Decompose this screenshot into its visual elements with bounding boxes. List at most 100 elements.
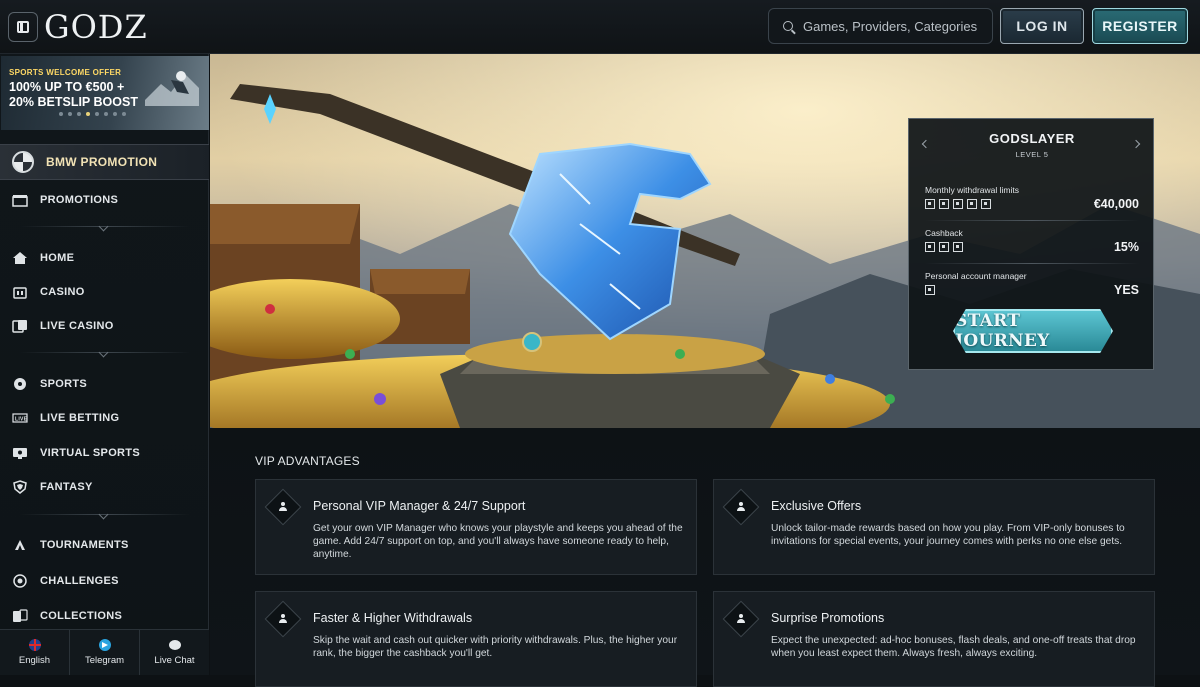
- sidebar-item-live-betting[interactable]: LIVE LIVE BETTING: [0, 402, 209, 434]
- rank-icon: [939, 242, 949, 252]
- sports-ball-icon: [12, 377, 28, 391]
- sidebar-item-label: FANTASY: [40, 481, 93, 493]
- sidebar-divider: [20, 352, 190, 353]
- carousel-dot[interactable]: [68, 112, 72, 116]
- telegram-label: Telegram: [84, 655, 125, 666]
- user-icon: [722, 488, 760, 526]
- rank-icon: [925, 242, 935, 252]
- live-chat-button[interactable]: Live Chat: [140, 630, 209, 675]
- sidebar-item-label: LIVE BETTING: [40, 412, 120, 424]
- banner-carousel-dots[interactable]: [59, 112, 126, 116]
- sidebar-item-label: COLLECTIONS: [40, 610, 123, 622]
- advantage-description: Expect the unexpected: ad-hoc bonuses, f…: [771, 635, 1136, 659]
- banner-art-icon: [145, 71, 199, 106]
- rank-icons: [925, 199, 991, 209]
- sidebar-item-fantasy[interactable]: FANTASY: [0, 471, 209, 503]
- vip-level-card: GODSLAYER LEVEL 5 Monthly withdrawal lim…: [908, 118, 1154, 370]
- sidebar-item-live-casino[interactable]: LIVE CASINO: [0, 310, 209, 342]
- rank-icons: [925, 285, 935, 295]
- sports-welcome-banner[interactable]: SPORTS WELCOME OFFER 100% UP TO €500 + 2…: [1, 56, 209, 130]
- chat-icon: [168, 639, 181, 650]
- advantage-title: Exclusive Offers: [771, 499, 862, 513]
- benefit-value: €40,000: [1093, 197, 1139, 211]
- start-journey-button[interactable]: START JOURNEY: [953, 309, 1113, 353]
- advantage-card-vip-manager: Personal VIP Manager & 24/7 Support Get …: [255, 479, 697, 575]
- sidebar-item-label: CHALLENGES: [40, 575, 119, 587]
- carousel-dot[interactable]: [122, 112, 126, 116]
- vip-level-number: LEVEL 5: [1015, 150, 1049, 159]
- advantage-card-surprise-promotions: Surprise Promotions Expect the unexpecte…: [713, 591, 1155, 687]
- sidebar-item-label: CASINO: [40, 286, 85, 298]
- advantage-description: Skip the wait and cash out quicker with …: [313, 635, 678, 659]
- banner-headline: 100% UP TO €500 + 20% BETSLIP BOOST: [9, 80, 138, 109]
- carousel-dot[interactable]: [77, 112, 81, 116]
- benefit-value: YES: [1113, 283, 1139, 297]
- telegram-icon: [98, 639, 111, 651]
- benefit-label: Cashback: [925, 228, 963, 238]
- sidebar-item-label: VIRTUAL SPORTS: [40, 447, 140, 459]
- rank-icon: [981, 199, 991, 209]
- sidebar-item-sports[interactable]: SPORTS: [0, 368, 209, 400]
- sidebar-item-label: BMW PROMOTION: [46, 155, 158, 169]
- advantage-card-exclusive-offers: Exclusive Offers Unlock tailor-made rewa…: [713, 479, 1155, 575]
- site-logo[interactable]: GODZ: [44, 9, 148, 45]
- carousel-dot[interactable]: [104, 112, 108, 116]
- advantage-description: Get your own VIP Manager who knows your …: [313, 523, 683, 560]
- search-box[interactable]: [768, 8, 993, 44]
- gift-icon: [12, 193, 28, 207]
- sidebar-divider: [20, 226, 190, 227]
- section-title: VIP ADVANTAGES: [255, 454, 360, 468]
- sidebar-item-challenges[interactable]: CHALLENGES: [0, 565, 209, 597]
- tournament-icon: [12, 538, 28, 552]
- register-button[interactable]: REGISTER: [1092, 8, 1188, 44]
- language-button[interactable]: English: [0, 630, 70, 675]
- benefit-label: Personal account manager: [925, 271, 1027, 281]
- carousel-dot-active[interactable]: [86, 112, 90, 116]
- advantage-card-withdrawals: Faster & Higher Withdrawals Skip the wai…: [255, 591, 697, 687]
- sidebar-toggle-button[interactable]: [8, 12, 38, 42]
- vip-benefit-account-manager: Personal account manager YES: [925, 271, 1139, 305]
- advantage-title: Surprise Promotions: [771, 611, 885, 625]
- rank-icon: [939, 199, 949, 209]
- sidebar-item-casino[interactable]: CASINO: [0, 276, 209, 308]
- rank-icon: [925, 199, 935, 209]
- sidebar-footer: English Telegram Live Chat: [0, 629, 209, 675]
- telegram-button[interactable]: Telegram: [70, 630, 140, 675]
- live-betting-icon: LIVE: [12, 411, 28, 425]
- carousel-dot[interactable]: [59, 112, 63, 116]
- benefit-label: Monthly withdrawal limits: [925, 185, 1019, 195]
- search-input[interactable]: [803, 18, 983, 34]
- uk-flag-icon: [28, 639, 41, 651]
- login-button[interactable]: LOG IN: [1000, 8, 1084, 44]
- shield-icon: [12, 480, 28, 494]
- sidebar-item-home[interactable]: HOME: [0, 242, 209, 274]
- benefit-value: 15%: [1113, 240, 1139, 254]
- search-icon: [783, 21, 793, 31]
- card-divider: [925, 220, 1139, 221]
- live-casino-icon: [12, 319, 28, 333]
- sidebar-item-virtual-sports[interactable]: VIRTUAL SPORTS: [0, 437, 209, 469]
- user-icon: [722, 600, 760, 638]
- top-header: GODZ LOG IN REGISTER: [0, 0, 1200, 54]
- home-icon: [12, 251, 28, 265]
- language-label: English: [18, 655, 51, 666]
- advantage-title: Personal VIP Manager & 24/7 Support: [313, 499, 526, 513]
- sidebar-item-label: SPORTS: [40, 378, 88, 390]
- sidebar-item-collections[interactable]: COLLECTIONS: [0, 600, 209, 632]
- target-icon: [12, 574, 28, 588]
- sidebar-item-promotions[interactable]: PROMOTIONS: [0, 184, 209, 216]
- virtual-sports-icon: [12, 446, 28, 460]
- cards-icon: [12, 609, 28, 623]
- banner-kicker: SPORTS WELCOME OFFER: [9, 68, 122, 77]
- sidebar-item-tournaments[interactable]: TOURNAMENTS: [0, 529, 209, 561]
- rank-icon: [925, 285, 935, 295]
- bmw-logo-icon: [12, 151, 34, 173]
- vip-benefit-withdrawal-limit: Monthly withdrawal limits €40,000: [925, 185, 1139, 219]
- casino-icon: [12, 285, 28, 299]
- carousel-dot[interactable]: [113, 112, 117, 116]
- sidebar: SPORTS WELCOME OFFER 100% UP TO €500 + 2…: [0, 54, 209, 675]
- sidebar-item-bmw-promotion[interactable]: BMW PROMOTION: [0, 144, 209, 180]
- advantage-title: Faster & Higher Withdrawals: [313, 611, 473, 625]
- advantage-description: Unlock tailor-made rewards based on how …: [771, 523, 1125, 547]
- carousel-dot[interactable]: [95, 112, 99, 116]
